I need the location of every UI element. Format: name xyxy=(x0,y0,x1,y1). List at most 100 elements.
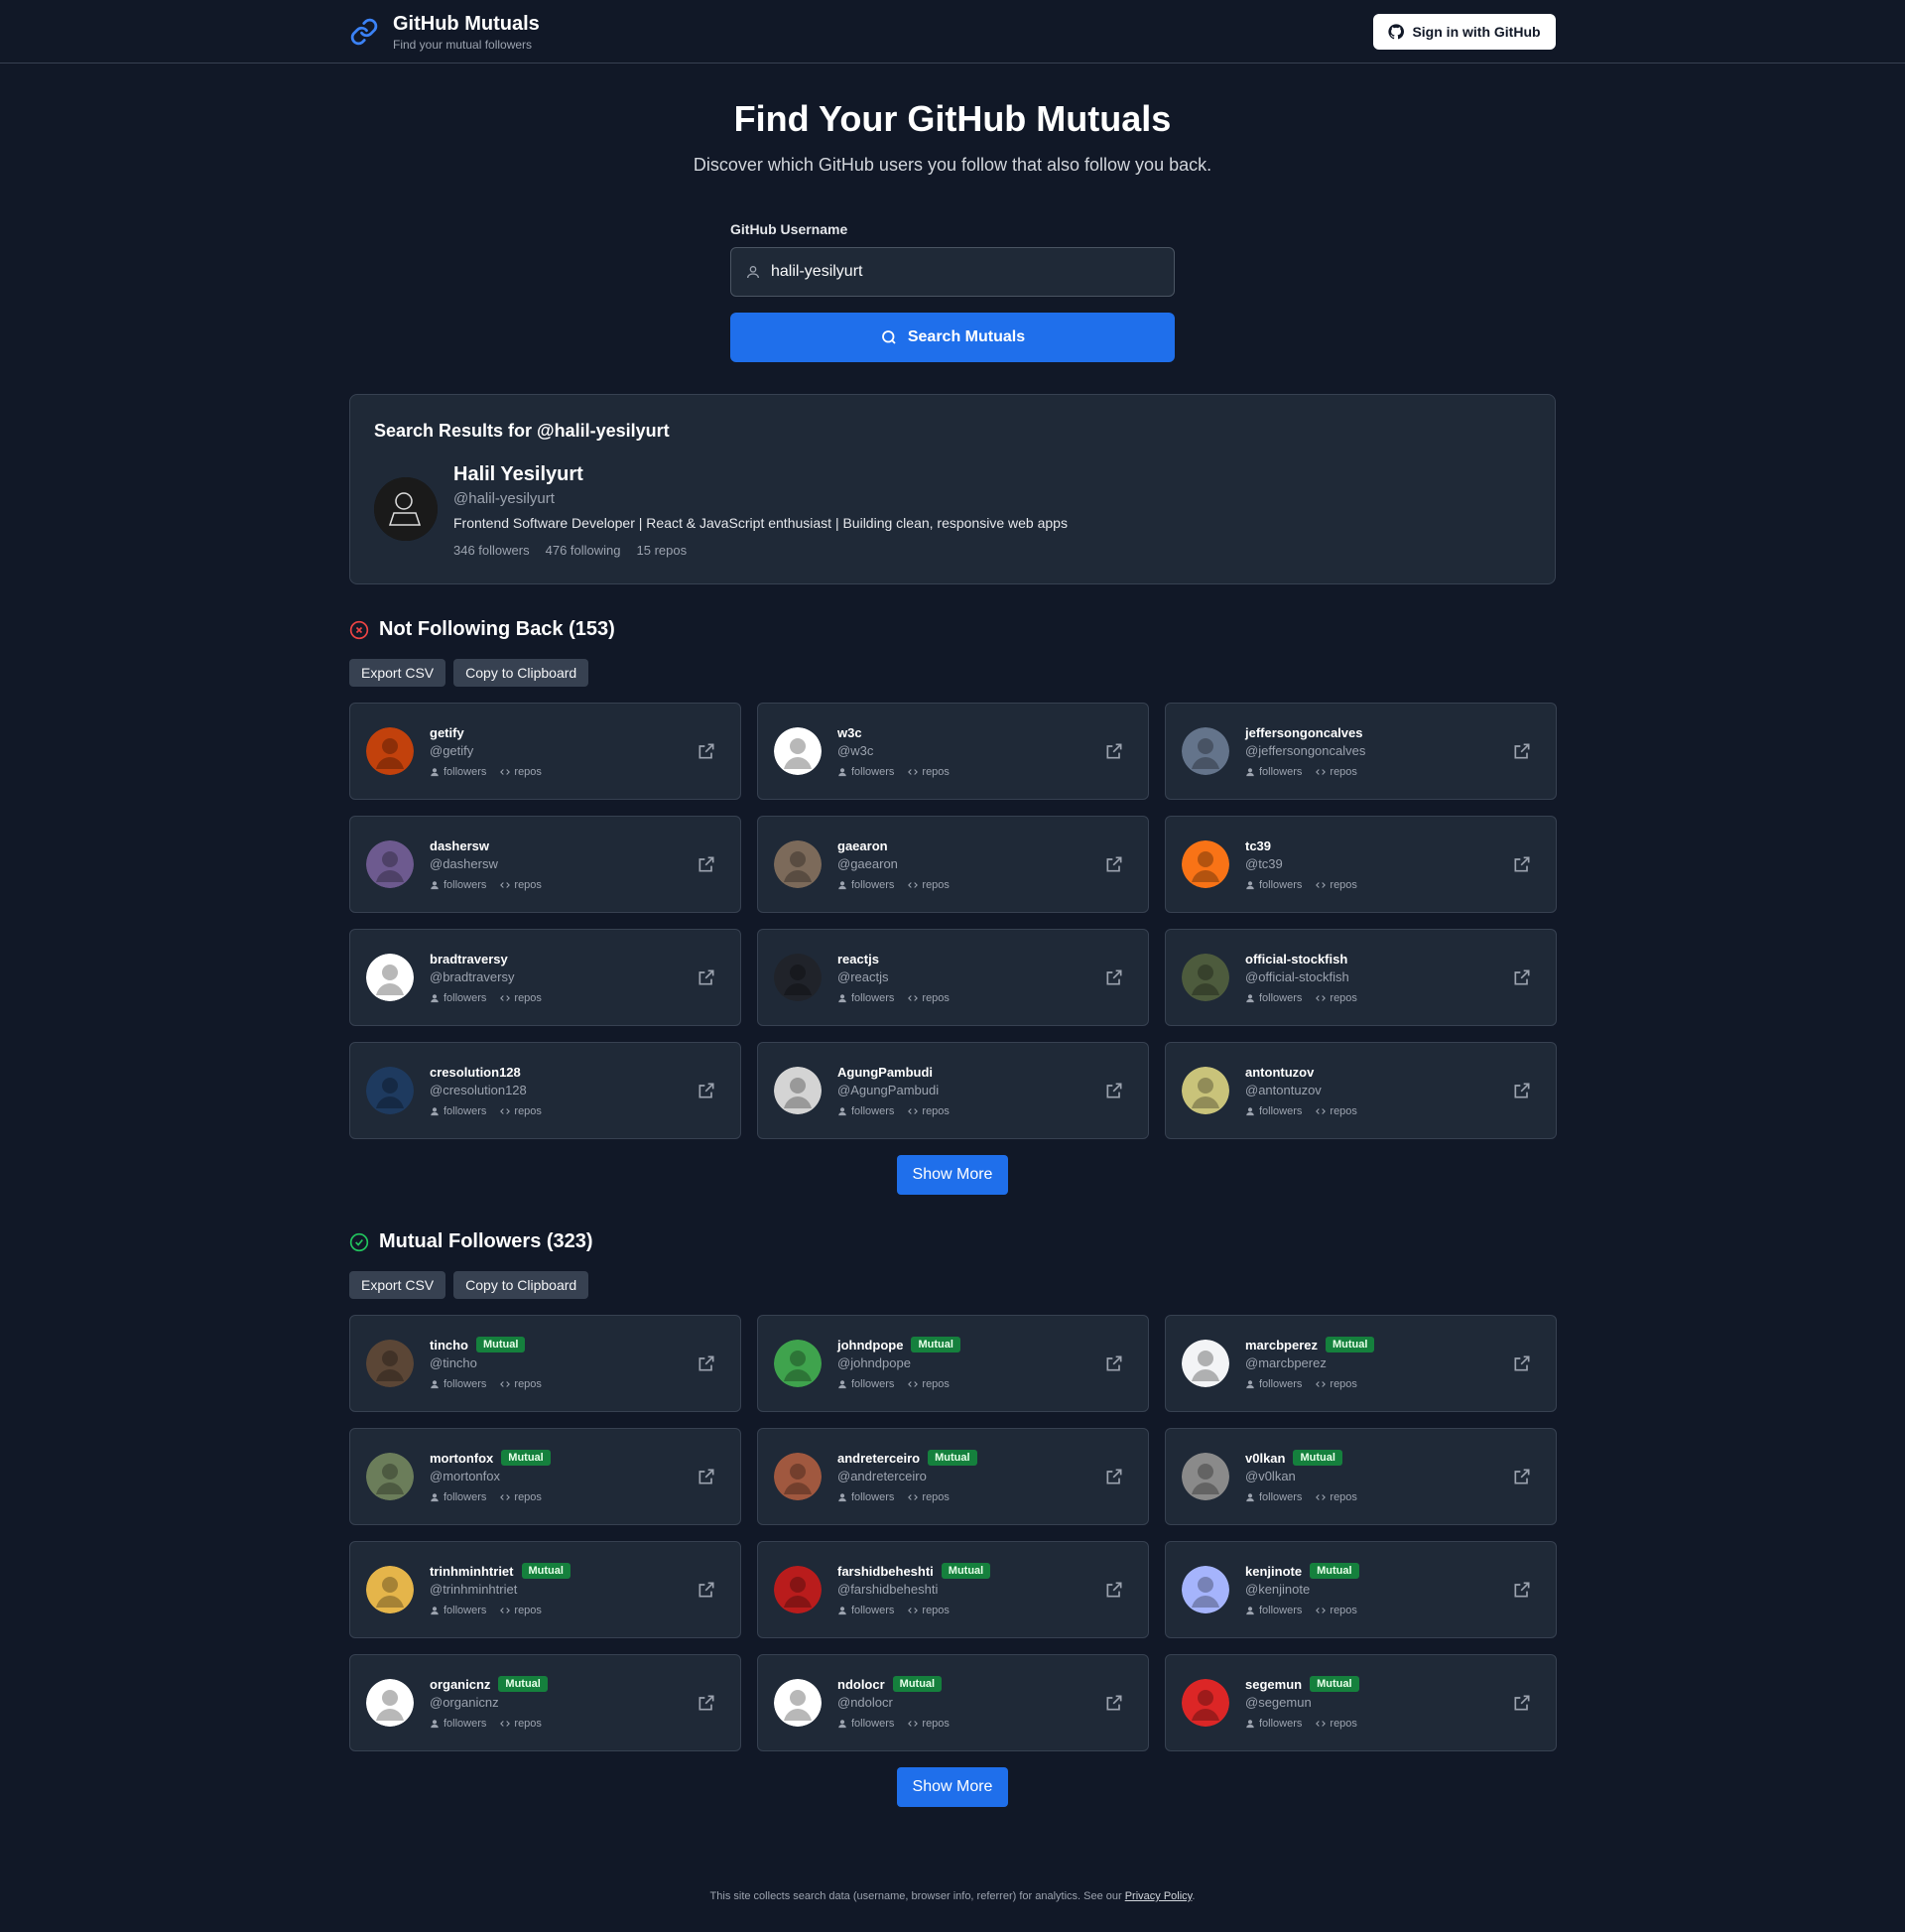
user-card[interactable]: v0lkan Mutual @v0lkan followers repos xyxy=(1165,1428,1557,1525)
external-link-icon[interactable] xyxy=(697,854,716,874)
external-link-icon[interactable] xyxy=(697,1580,716,1600)
copy-clipboard-button[interactable]: Copy to Clipboard xyxy=(453,659,589,687)
user-card[interactable]: segemun Mutual @segemun followers repos xyxy=(1165,1654,1557,1751)
external-link-icon[interactable] xyxy=(1512,854,1532,874)
not-following-grid: getify @getify followers repos w3c @w3c follow… xyxy=(349,703,1557,1139)
users-icon xyxy=(1246,1720,1254,1729)
external-link-icon[interactable] xyxy=(1104,1693,1124,1713)
user-card[interactable]: trinhminhtriet Mutual @trinhminhtriet follo… xyxy=(349,1541,741,1638)
user-name: tc39 xyxy=(1245,837,1272,853)
user-avatar xyxy=(366,954,414,1001)
user-card[interactable]: AgungPambudi @AgungPambudi followers repos xyxy=(757,1042,1149,1139)
user-card[interactable]: mortonfox Mutual @mortonfox followers repos xyxy=(349,1428,741,1525)
followers-label: followers xyxy=(444,991,487,1004)
external-link-icon[interactable] xyxy=(1512,1580,1532,1600)
followers-label: followers xyxy=(851,1104,895,1117)
export-csv-button[interactable]: Export CSV xyxy=(349,1271,446,1299)
repos-label: repos xyxy=(922,765,950,778)
external-link-icon[interactable] xyxy=(697,1693,716,1713)
show-more-button[interactable]: Show More xyxy=(897,1155,1008,1195)
external-link-icon[interactable] xyxy=(1512,1693,1532,1713)
external-link-icon[interactable] xyxy=(1104,854,1124,874)
user-handle: @ndolocr xyxy=(837,1695,893,1710)
code-icon xyxy=(1316,1494,1327,1500)
user-card[interactable]: tincho Mutual @tincho followers repos xyxy=(349,1315,741,1412)
user-avatar xyxy=(774,1067,822,1114)
username-label: GitHub Username xyxy=(730,221,848,237)
user-card[interactable]: w3c @w3c followers repos xyxy=(757,703,1149,800)
profile-name: Halil Yesilyurt xyxy=(453,463,583,485)
external-link-icon[interactable] xyxy=(1512,1467,1532,1486)
external-link-icon[interactable] xyxy=(1104,1353,1124,1373)
code-icon xyxy=(1316,881,1327,888)
external-link-icon[interactable] xyxy=(1512,967,1532,987)
brand[interactable]: GitHub Mutuals Find your mutual follower… xyxy=(349,12,540,52)
followers-label: followers xyxy=(444,1605,487,1616)
mutual-badge: Mutual xyxy=(1325,1337,1375,1352)
user-card[interactable]: official-stockfish @official-stockfish fol… xyxy=(1165,929,1557,1026)
user-card[interactable]: andreterceiro Mutual @andreterceiro followe… xyxy=(757,1428,1149,1525)
repos-label: repos xyxy=(1330,1104,1357,1117)
user-name: johndpope xyxy=(837,1337,904,1352)
repos-label: repos xyxy=(922,1605,950,1616)
app-title: GitHub Mutuals xyxy=(393,12,540,35)
user-card[interactable]: getify @getify followers repos xyxy=(349,703,741,800)
privacy-policy-link[interactable]: Privacy Policy xyxy=(1125,1890,1193,1902)
followers-label: followers xyxy=(444,1718,487,1730)
export-csv-button[interactable]: Export CSV xyxy=(349,659,446,687)
page-title: Find Your GitHub Mutuals xyxy=(733,98,1172,139)
user-card[interactable]: johndpope Mutual @johndpope followers repos xyxy=(757,1315,1149,1412)
external-link-icon[interactable] xyxy=(1104,967,1124,987)
followers-label: followers xyxy=(1259,1378,1303,1390)
user-avatar xyxy=(774,727,822,775)
user-card[interactable]: antontuzov @antontuzov followers repos xyxy=(1165,1042,1557,1139)
username-field[interactable] xyxy=(730,247,1175,297)
show-more-button[interactable]: Show More xyxy=(897,1767,1008,1807)
user-card[interactable]: kenjinote Mutual @kenjinote followers repos xyxy=(1165,1541,1557,1638)
user-card[interactable]: bradtraversy @bradtraversy followers repos xyxy=(349,929,741,1026)
username-input[interactable] xyxy=(771,263,1160,281)
user-card[interactable]: reactjs @reactjs followers repos xyxy=(757,929,1149,1026)
user-card[interactable]: ndolocr Mutual @ndolocr followers repos xyxy=(757,1654,1149,1751)
user-avatar xyxy=(1182,1340,1229,1387)
repos-label: repos xyxy=(1330,1718,1357,1730)
external-link-icon[interactable] xyxy=(1512,1353,1532,1373)
external-link-icon[interactable] xyxy=(697,1353,716,1373)
user-handle: @getify xyxy=(430,742,474,758)
followers-count: 346 followers xyxy=(453,543,530,558)
search-mutuals-label: Search Mutuals xyxy=(907,328,1026,345)
external-link-icon[interactable] xyxy=(697,967,716,987)
external-link-icon[interactable] xyxy=(697,1081,716,1100)
repos-label: repos xyxy=(922,1378,950,1390)
users-icon xyxy=(838,767,846,776)
user-card[interactable]: cresolution128 @cresolution128 followers re… xyxy=(349,1042,741,1139)
user-name: official-stockfish xyxy=(1245,951,1348,966)
external-link-icon[interactable] xyxy=(1104,1467,1124,1486)
user-handle: @cresolution128 xyxy=(430,1082,527,1097)
sign-in-button[interactable]: Sign in with GitHub xyxy=(1373,13,1556,50)
external-link-icon[interactable] xyxy=(1512,1081,1532,1100)
mutuals-grid: tincho Mutual @tincho followers repos johndpo… xyxy=(349,1315,1557,1751)
mutuals-section: Mutual Followers (323) Export CSV Copy t… xyxy=(349,1230,1557,1807)
user-card[interactable]: dashersw @dashersw followers repos xyxy=(349,816,741,913)
search-mutuals-button[interactable]: Search Mutuals xyxy=(730,313,1175,362)
user-card[interactable]: gaearon @gaearon followers repos xyxy=(757,816,1149,913)
repos-label: repos xyxy=(514,878,542,891)
external-link-icon[interactable] xyxy=(697,1467,716,1486)
external-link-icon[interactable] xyxy=(1104,1580,1124,1600)
external-link-icon[interactable] xyxy=(1512,741,1532,761)
user-card[interactable]: marcbperez Mutual @marcbperez followers repo… xyxy=(1165,1315,1557,1412)
external-link-icon[interactable] xyxy=(1104,741,1124,761)
followers-label: followers xyxy=(851,1378,895,1390)
user-card[interactable]: tc39 @tc39 followers repos xyxy=(1165,816,1557,913)
external-link-icon[interactable] xyxy=(697,741,716,761)
external-link-icon[interactable] xyxy=(1104,1081,1124,1100)
user-card[interactable]: jeffersongoncalves @jeffersongoncalves fol… xyxy=(1165,703,1557,800)
user-handle: @tc39 xyxy=(1245,855,1283,871)
user-name: antontuzov xyxy=(1245,1064,1315,1080)
user-card[interactable]: farshidbeheshti Mutual @farshidbeheshti fol… xyxy=(757,1541,1149,1638)
copy-clipboard-button[interactable]: Copy to Clipboard xyxy=(453,1271,589,1299)
repos-label: repos xyxy=(1330,1378,1357,1390)
code-icon xyxy=(1316,1721,1327,1727)
user-card[interactable]: organicnz Mutual @organicnz followers repos xyxy=(349,1654,741,1751)
